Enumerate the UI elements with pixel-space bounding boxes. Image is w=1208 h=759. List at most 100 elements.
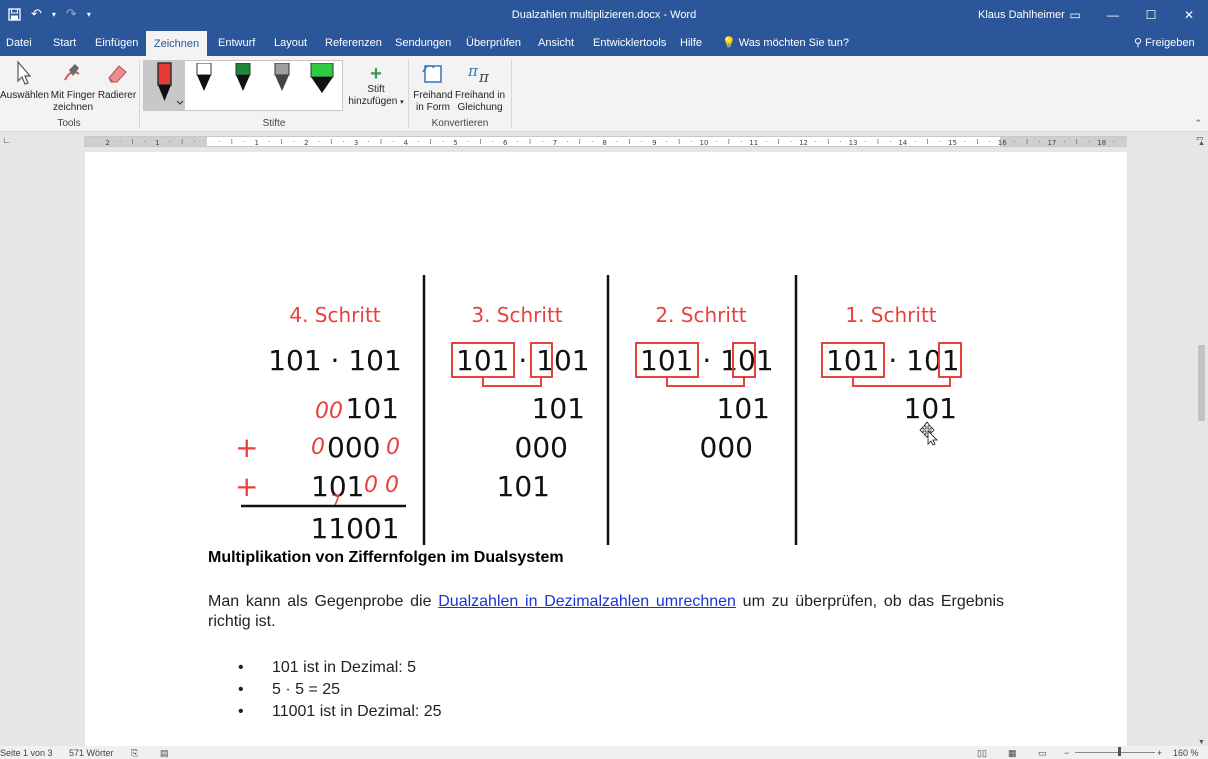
tab-datei[interactable]: Datei xyxy=(1,31,37,56)
conversion-link[interactable]: Dualzahlen in Dezimalzahlen umrechnen xyxy=(438,593,736,610)
ruler-label: 17 xyxy=(1047,139,1056,146)
ink-to-shape-button[interactable]: Freihand in Form xyxy=(412,60,454,114)
add-pen-label-1: Stift xyxy=(367,84,385,95)
tab-entwicklertools[interactable]: Entwicklertools xyxy=(588,31,671,56)
read-mode-icon[interactable]: ▯▯ xyxy=(977,748,987,759)
highlighter-icon[interactable] xyxy=(308,63,336,103)
tab-layout[interactable]: Layout xyxy=(269,31,312,56)
ruler-area: ∟ 21123456789101112131415161718 ⊟ xyxy=(0,132,1208,150)
proofing-icon[interactable]: ⎘ xyxy=(131,748,138,759)
list-item: • 5 · 5 = 25 xyxy=(238,679,442,701)
tell-me-search[interactable]: 💡 Was möchten Sie tun? xyxy=(722,31,849,55)
list-item-text: 101 ist in Dezimal: 5 xyxy=(272,659,417,676)
eraser-button[interactable]: Radierer xyxy=(97,60,137,102)
step3-title: 3. Schritt xyxy=(471,303,562,327)
add-pen-label-2: hinzufügen ▾ xyxy=(348,96,404,107)
tab-start[interactable]: Start xyxy=(48,31,81,56)
ink-to-math-label-2: Gleichung xyxy=(457,102,503,113)
ruler-label: 14 xyxy=(898,139,907,146)
eraser-label: Radierer xyxy=(97,90,137,101)
green-pen-icon[interactable] xyxy=(231,63,255,103)
step2-row-2: 000 xyxy=(700,431,753,464)
title-bar: ↶ ▾ ↷ ▾ Dualzahlen multiplizieren.docx -… xyxy=(0,0,1208,31)
close-icon[interactable]: ✕ xyxy=(1170,0,1208,31)
web-layout-icon[interactable]: ▭ xyxy=(1038,748,1047,759)
tab-selector-icon[interactable]: ∟ xyxy=(2,135,11,145)
draw-with-touch-button[interactable]: Mit Finger zeichnen xyxy=(48,60,98,114)
ink-to-math-label-1: Freihand in xyxy=(454,90,506,101)
print-layout-icon[interactable]: ▦ xyxy=(1008,748,1017,759)
finger-draw-icon xyxy=(64,64,80,81)
tab-referenzen[interactable]: Referenzen xyxy=(320,31,387,56)
zoom-slider-thumb[interactable] xyxy=(1118,747,1121,756)
ruler-ticks: 2 1 1 2 3 4 5 6 7 8 9 10 11 12 13 14 15 16 17 18 xyxy=(105,139,1115,146)
tab-ueberpruefen[interactable]: Überprüfen xyxy=(461,31,526,56)
svg-text:π: π xyxy=(467,62,479,80)
ruler-label: 7 xyxy=(553,139,557,146)
minimize-icon[interactable]: — xyxy=(1094,0,1132,31)
ink-to-math-button[interactable]: ππ Freihand in Gleichung xyxy=(454,60,506,114)
bullet-icon: • xyxy=(238,681,244,698)
zoom-slider[interactable] xyxy=(1075,752,1155,753)
scroll-thumb[interactable] xyxy=(1198,345,1205,421)
maximize-icon[interactable]: ☐ xyxy=(1132,0,1170,31)
tab-sendungen[interactable]: Sendungen xyxy=(390,31,456,56)
tab-ansicht[interactable]: Ansicht xyxy=(533,31,579,56)
vertical-scrollbar[interactable]: ▲ ▼ xyxy=(1196,140,1208,746)
collapse-ribbon-icon[interactable]: ⌃ xyxy=(1194,118,1202,129)
pencil-icon[interactable] xyxy=(270,63,294,103)
step1-row-1: 101 xyxy=(904,392,957,425)
ruler-label: 3 xyxy=(354,139,358,146)
list-item: • 11001 ist in Dezimal: 25 xyxy=(238,701,442,723)
step2-expression: 101 · 101 xyxy=(640,344,774,377)
ribbon-display-options-icon[interactable]: ▭ xyxy=(1056,0,1094,31)
paragraph-text-before: Man kann als Gegenprobe die xyxy=(208,593,439,610)
pen-gallery xyxy=(143,60,343,111)
pens-group-label: Stifte xyxy=(262,118,286,129)
black-pen-icon[interactable] xyxy=(192,63,216,103)
user-name[interactable]: Klaus Dahlheimer xyxy=(978,9,1065,21)
finger-label-1: Mit Finger xyxy=(50,90,96,101)
step3-row-2: 000 xyxy=(515,431,568,464)
ruler-label: 13 xyxy=(849,139,858,146)
macro-icon[interactable]: ▤ xyxy=(160,748,169,759)
ruler-label: 10 xyxy=(700,139,709,146)
step4-row-1: 101 xyxy=(346,392,399,425)
scroll-up-icon[interactable]: ▲ xyxy=(1198,140,1205,147)
step3-row-1: 101 xyxy=(532,392,585,425)
step1-connector xyxy=(852,377,951,387)
step4-carry-marks: 00 xyxy=(315,399,343,424)
list-item: • 101 ist in Dezimal: 5 xyxy=(238,657,442,679)
step4-result: 11001 xyxy=(310,512,399,545)
word-count[interactable]: 571 Wörter xyxy=(69,748,114,758)
step2-title: 2. Schritt xyxy=(655,303,746,327)
pen-red-selected[interactable] xyxy=(144,61,185,110)
ruler-label: 18 xyxy=(1097,139,1106,146)
plus-icon: + xyxy=(370,63,382,85)
add-pen-button[interactable]: + Stift hinzufügen ▾ xyxy=(345,64,407,109)
step4-carry-marks: 0 xyxy=(311,435,325,460)
tab-hilfe[interactable]: Hilfe xyxy=(675,31,707,56)
zoom-out-icon[interactable]: − xyxy=(1064,748,1069,758)
zoom-in-icon[interactable]: + xyxy=(1157,748,1162,758)
horizontal-ruler[interactable]: 2 1 1 2 3 4 5 6 7 8 9 10 11 12 13 14 15 16 17 18 xyxy=(84,136,1127,147)
page-count[interactable]: Seite 1 von 3 xyxy=(0,748,53,758)
ruler-label: 11 xyxy=(749,139,758,146)
ruler-label: 2 xyxy=(105,139,109,146)
share-button[interactable]: ⚲ Freigeben xyxy=(1134,31,1195,55)
scroll-down-icon[interactable]: ▼ xyxy=(1198,739,1205,746)
tab-einfuegen[interactable]: Einfügen xyxy=(90,31,143,56)
eraser-icon xyxy=(108,65,127,83)
bullet-icon: • xyxy=(238,703,244,720)
ruler-label: 1 xyxy=(254,139,258,146)
bullet-list: • 101 ist in Dezimal: 5 • 5 · 5 = 25 • 1100… xyxy=(238,657,442,723)
ruler-label: 4 xyxy=(404,139,409,146)
ruler-label: 6 xyxy=(503,139,508,146)
tab-entwurf[interactable]: Entwurf xyxy=(213,31,260,56)
select-button[interactable]: Auswählen xyxy=(0,60,49,102)
zoom-level[interactable]: 160 % xyxy=(1173,748,1199,758)
ink-to-shape-icon xyxy=(422,65,442,83)
ruler-label: 5 xyxy=(453,139,457,146)
dropdown-arrow-icon: ▾ xyxy=(400,99,404,106)
tab-zeichnen[interactable]: Zeichnen xyxy=(146,31,207,56)
